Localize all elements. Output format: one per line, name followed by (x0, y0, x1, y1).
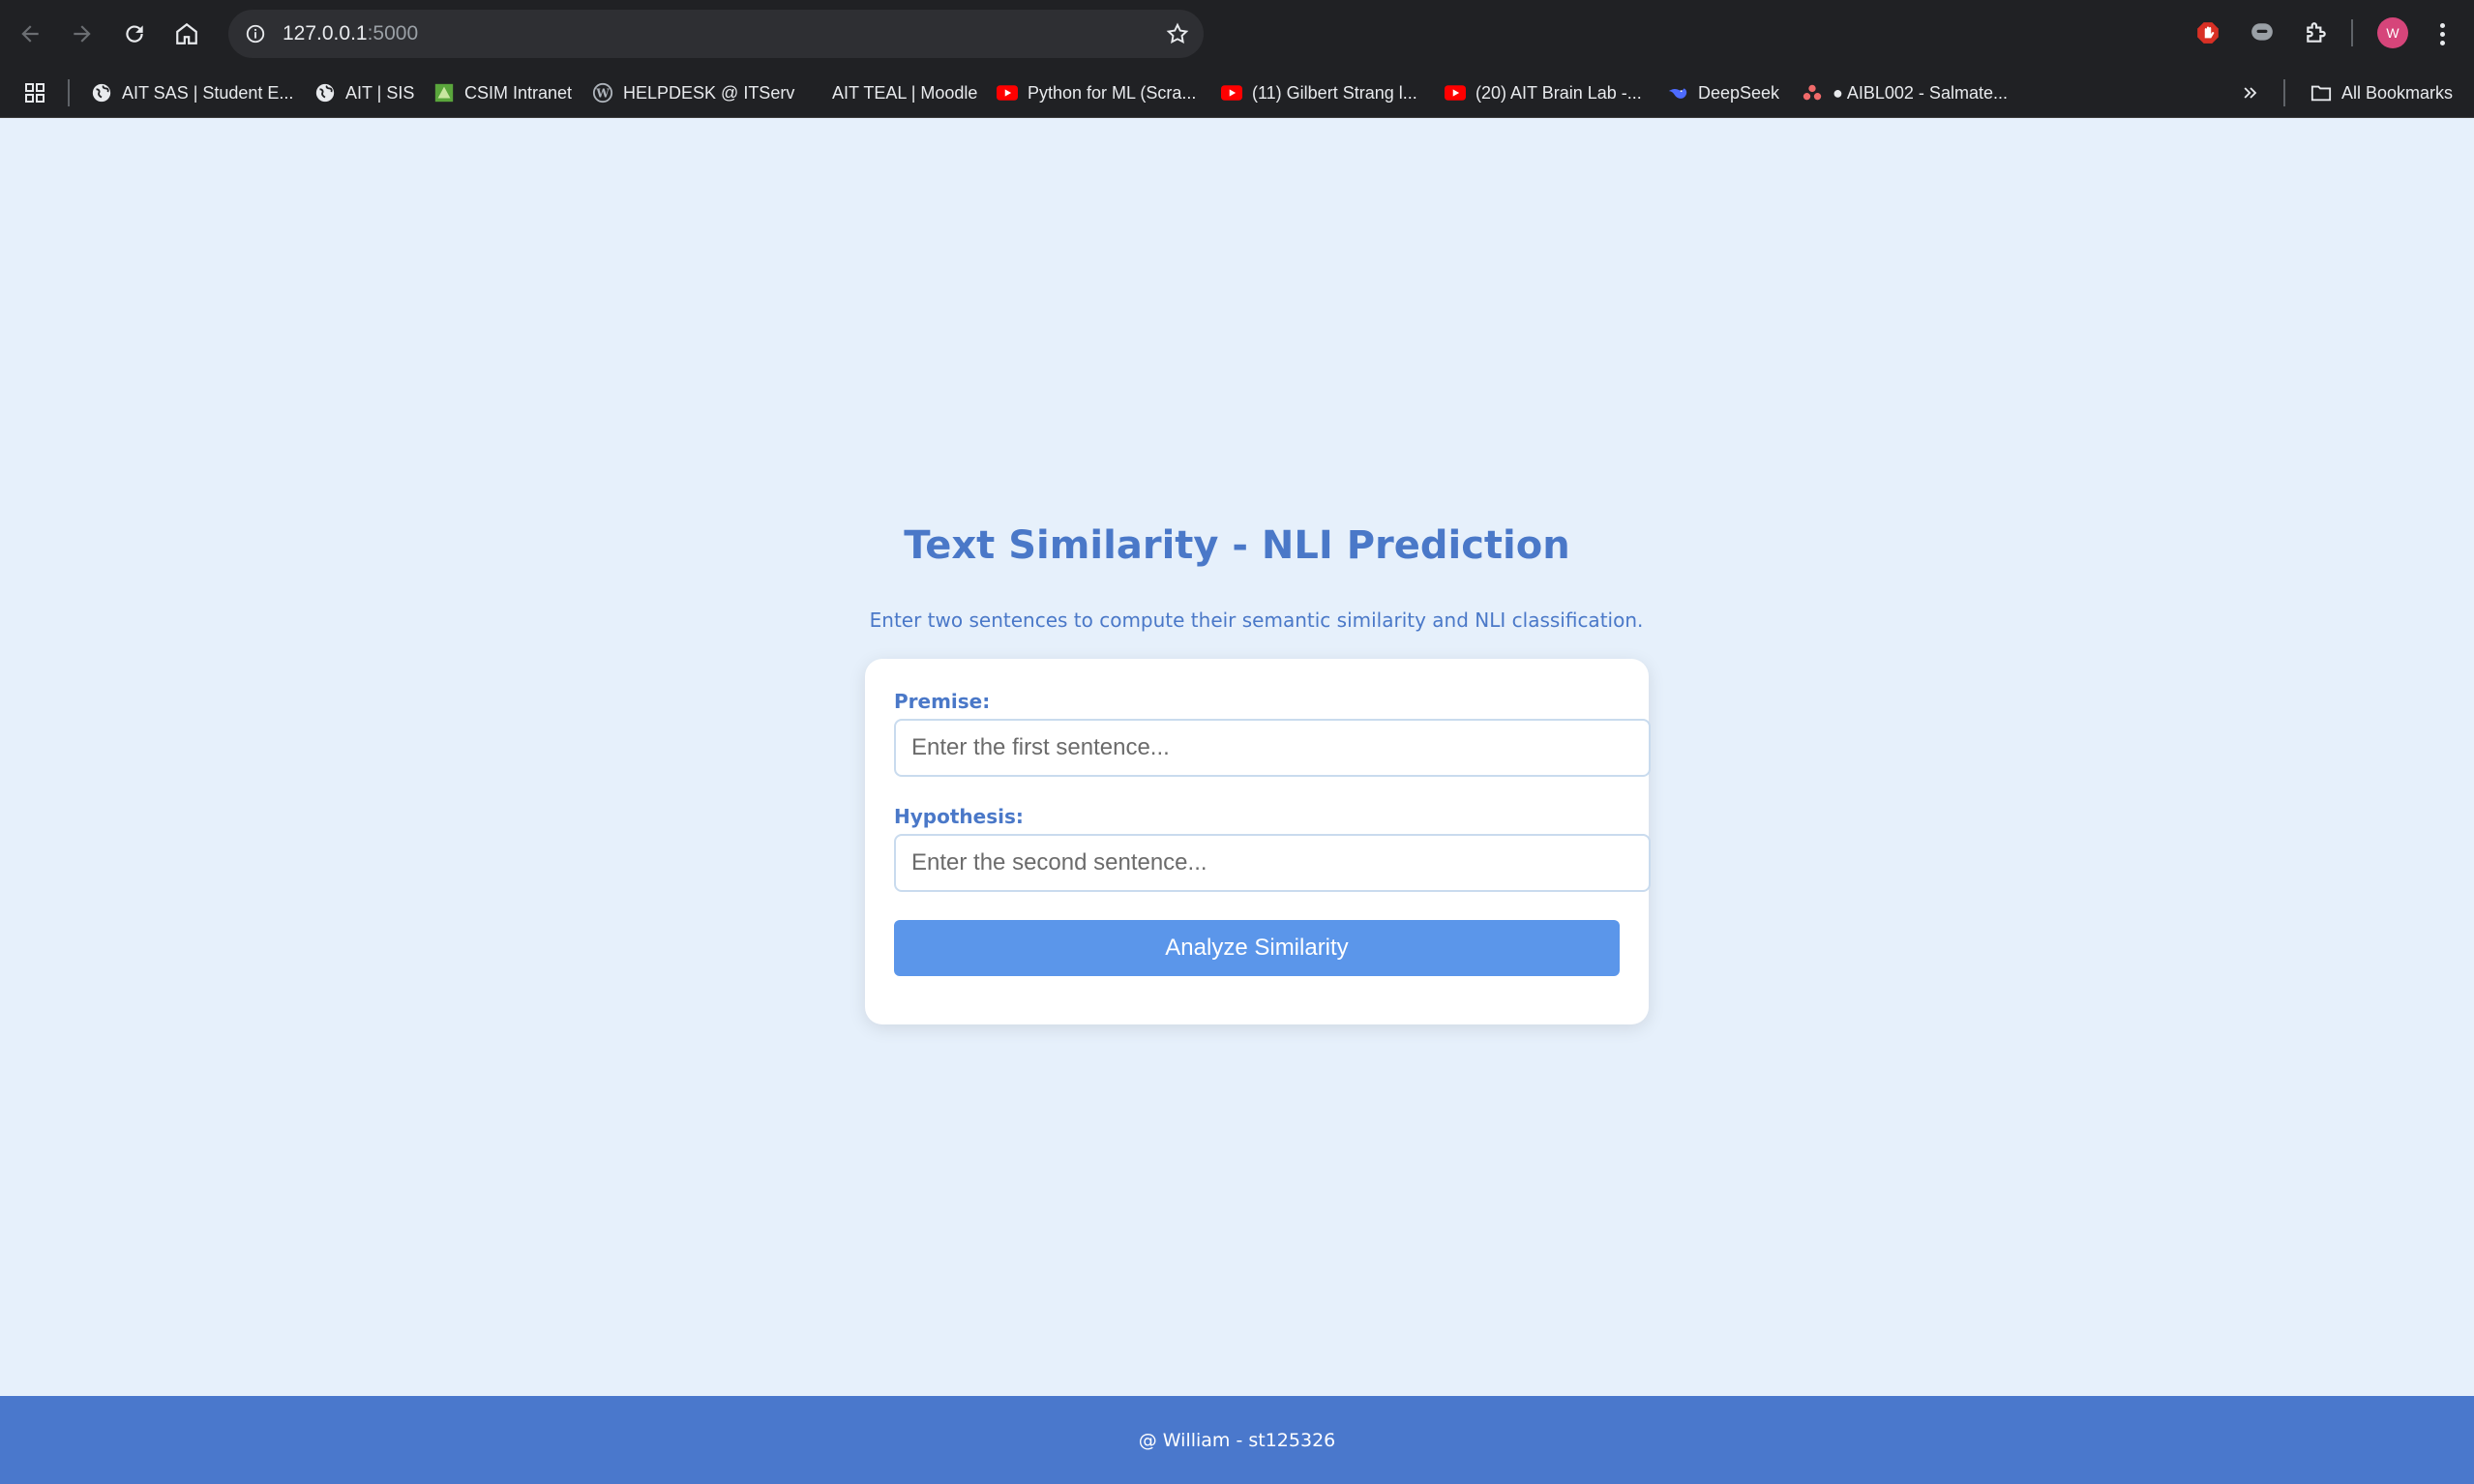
bookmark-label: AIT | SIS (345, 82, 415, 103)
footer-text: @ William - st125326 (1138, 1429, 1336, 1451)
bookmark-label: (20) AIT Brain Lab -... (1475, 82, 1642, 103)
toolbar-divider (2351, 19, 2353, 46)
bookmarks-divider (68, 79, 70, 106)
bookmark-star-icon[interactable] (1165, 21, 1190, 46)
hypothesis-input[interactable] (894, 834, 1651, 892)
address-bar[interactable]: 127.0.0.1:5000 (228, 10, 1204, 58)
footer: @ William - st125326 (0, 1396, 2474, 1484)
bookmark-label: ● AIBL002 - Salmate... (1833, 82, 2008, 103)
youtube-icon (997, 82, 1018, 104)
bookmark-csim-intranet[interactable]: CSIM Intranet (433, 77, 572, 108)
all-bookmarks-folder[interactable]: All Bookmarks (2310, 77, 2453, 108)
csim-icon (433, 82, 455, 104)
site-info-icon[interactable] (236, 10, 275, 58)
wordpress-icon: W (592, 82, 613, 104)
folder-icon (2310, 82, 2332, 104)
page-subtitle: Enter two sentences to compute their sem… (869, 608, 1644, 632)
bookmark-label: CSIM Intranet (464, 82, 573, 103)
bookmark-label: DeepSeek (1698, 82, 1780, 103)
bookmark-ait-sas[interactable]: AIT SAS | Student E... (91, 77, 293, 108)
hypothesis-label: Hypothesis: (894, 805, 1024, 828)
bookmark-helpdesk[interactable]: W HELPDESK @ ITServ (592, 77, 794, 108)
bookmark-aibl002[interactable]: ● AIBL002 - Salmate... (1802, 77, 2008, 108)
url-host: 127.0.0.1 (283, 22, 368, 45)
similarity-form: Premise: Hypothesis: Analyze Similarity (865, 659, 1651, 1024)
globe-icon (91, 82, 112, 104)
page-content: Text Similarity - NLI Prediction Enter t… (0, 119, 2474, 1396)
chat-extension-icon[interactable] (2247, 17, 2278, 48)
adblock-extension-icon[interactable] (2192, 17, 2223, 48)
analyze-similarity-button[interactable]: Analyze Similarity (894, 920, 1620, 976)
browser-toolbar: 127.0.0.1:5000 W (0, 0, 2474, 68)
bookmark-ait-teal-moodle[interactable]: AIT TEAL | Moodle (832, 77, 977, 108)
extensions-puzzle-icon[interactable] (2301, 17, 2332, 48)
youtube-icon (1445, 82, 1466, 104)
bookmark-label: AIT TEAL | Moodle (832, 82, 978, 103)
apps-grid-icon[interactable] (23, 77, 46, 108)
svg-text:W: W (595, 87, 610, 101)
url-port: :5000 (367, 22, 419, 45)
bookmarks-divider (2283, 79, 2285, 106)
asana-icon (1802, 82, 1823, 104)
reload-icon[interactable] (108, 8, 161, 60)
page-title: Text Similarity - NLI Prediction (904, 523, 1570, 568)
back-icon[interactable] (4, 8, 56, 60)
bookmarks-bar: AIT SAS | Student E... AIT | SIS CSIM In… (0, 68, 2474, 118)
premise-label: Premise: (894, 690, 991, 713)
deepseek-icon (1667, 82, 1688, 104)
forward-icon[interactable] (56, 8, 108, 60)
all-bookmarks-label: All Bookmarks (2341, 82, 2454, 103)
bookmark-label: Python for ML (Scra... (1028, 82, 1197, 103)
bookmark-deepseek[interactable]: DeepSeek (1667, 77, 1779, 108)
bookmark-label: AIT SAS | Student E... (122, 82, 294, 103)
bookmark-label: (11) Gilbert Strang l... (1252, 82, 1417, 103)
bookmark-python-for-ml[interactable]: Python for ML (Scra... (997, 77, 1196, 108)
bookmark-gilbert-strang[interactable]: (11) Gilbert Strang l... (1221, 77, 1417, 108)
profile-avatar[interactable]: W (2377, 17, 2408, 48)
globe-icon (314, 82, 336, 104)
bookmark-ait-brain-lab[interactable]: (20) AIT Brain Lab -... (1445, 77, 1642, 108)
url-text[interactable]: 127.0.0.1:5000 (283, 22, 418, 45)
more-bookmarks-chevron-icon[interactable] (2241, 77, 2260, 108)
bookmark-label: HELPDESK @ ITServ (623, 82, 795, 103)
youtube-icon (1221, 82, 1242, 104)
premise-input[interactable] (894, 719, 1651, 777)
home-icon[interactable] (161, 8, 213, 60)
browser-menu-icon[interactable] (2432, 17, 2452, 50)
bookmark-ait-sis[interactable]: AIT | SIS (314, 77, 414, 108)
